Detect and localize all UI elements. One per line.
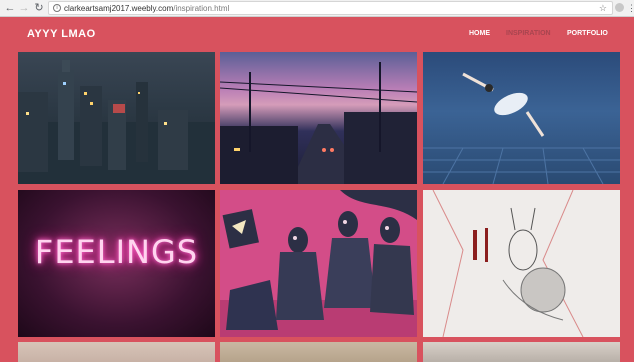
- gallery-image-bottom-right[interactable]: [423, 342, 620, 362]
- nav-home[interactable]: HOME: [469, 30, 490, 37]
- nav-portfolio[interactable]: PORTFOLIO: [567, 30, 608, 37]
- site-title[interactable]: AYYY LMAO: [27, 28, 96, 40]
- city-skyline-graphic: [18, 60, 215, 184]
- menu-icon[interactable]: ⋮: [627, 2, 634, 14]
- back-arrow-icon[interactable]: ←: [4, 2, 16, 14]
- sketch-graphic: [432, 190, 584, 337]
- address-bar[interactable]: i clarkeartsamj2017.weebly.com/inspirati…: [48, 1, 613, 15]
- street-dusk-graphic: [220, 62, 417, 184]
- gallery-image-sketch[interactable]: [423, 190, 620, 337]
- info-icon[interactable]: i: [53, 4, 61, 12]
- underwater-graphic: [423, 72, 620, 184]
- star-icon[interactable]: ☆: [599, 2, 607, 14]
- url-text[interactable]: clarkeartsamj2017.weebly.com/inspiration…: [64, 3, 229, 14]
- gallery-image-underwater[interactable]: [423, 52, 620, 184]
- illustration-graphic: [220, 190, 417, 337]
- browser-toolbar: ← → ↻ i clarkeartsamj2017.weebly.com/ins…: [0, 0, 634, 17]
- gallery-image-street-dusk[interactable]: [220, 52, 417, 184]
- forward-arrow-icon[interactable]: →: [18, 2, 30, 14]
- url-path: /inspiration.html: [173, 4, 230, 13]
- gallery-image-neon-sign[interactable]: FEELINGS: [18, 190, 215, 337]
- nav-inspiration[interactable]: INSPIRATION: [506, 30, 551, 37]
- gallery-image-bottom-center[interactable]: [220, 342, 417, 362]
- url-domain: clarkeartsamj2017.weebly.com: [64, 4, 174, 13]
- gallery-image-city-night[interactable]: [18, 52, 215, 184]
- reload-icon[interactable]: ↻: [33, 2, 45, 14]
- gallery-image-illustration[interactable]: [220, 190, 417, 337]
- neon-sign-text: FEELINGS: [34, 233, 199, 271]
- gallery-image-bottom-left[interactable]: [18, 342, 215, 362]
- extension-icon[interactable]: [615, 3, 624, 12]
